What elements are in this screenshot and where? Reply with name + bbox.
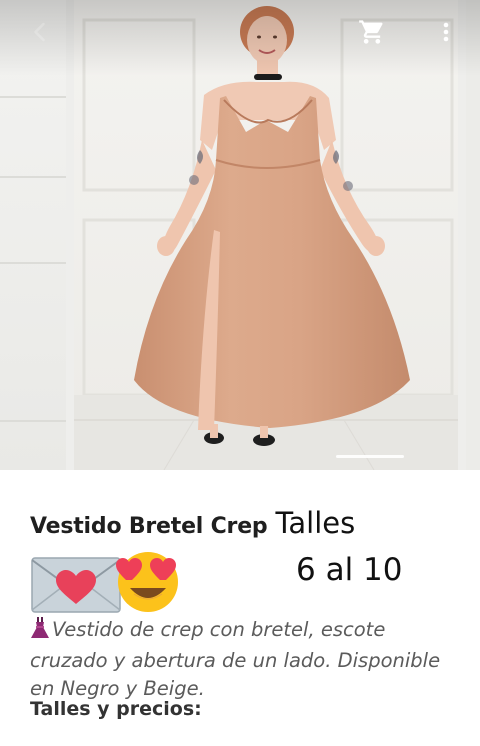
prices-heading: Talles y precios: <box>30 698 202 720</box>
product-description: Vestido de crep con bretel, escote cruza… <box>30 618 441 700</box>
wall-molding <box>0 262 66 264</box>
heart-eyes-emoji <box>116 552 178 612</box>
cart-button[interactable] <box>354 14 390 50</box>
carousel-page-indicator <box>336 455 404 458</box>
more-options-button[interactable] <box>428 14 464 50</box>
love-letter-emoji <box>31 557 121 613</box>
shopping-cart-icon <box>359 20 383 44</box>
product-description-block: Vestido de crep con bretel, escote cruza… <box>30 616 460 703</box>
scroll-fade <box>0 726 480 746</box>
wall-molding <box>0 176 66 178</box>
dress-emoji-icon <box>30 617 50 647</box>
wall-molding <box>0 420 66 422</box>
sizes-label: Talles <box>275 506 356 540</box>
dress-icon <box>31 617 49 638</box>
product-details: Vestido Bretel Crep Talles 6 al 10 Vesti… <box>0 470 480 746</box>
product-screen: Vestido Bretel Crep Talles 6 al 10 Vesti… <box>0 0 480 746</box>
title-row: Vestido Bretel Crep Talles <box>30 506 470 540</box>
arrow-back-icon <box>34 22 45 42</box>
emoji-illustration <box>31 552 178 613</box>
back-button[interactable] <box>22 14 58 50</box>
product-image-carousel[interactable] <box>0 0 480 470</box>
product-title: Vestido Bretel Crep <box>30 514 268 539</box>
wall-molding <box>0 96 66 98</box>
more-vert-icon <box>443 22 449 42</box>
toolbar-scrim <box>0 0 480 76</box>
sizes-range: 6 al 10 <box>296 552 403 588</box>
emoji-row <box>30 548 190 614</box>
